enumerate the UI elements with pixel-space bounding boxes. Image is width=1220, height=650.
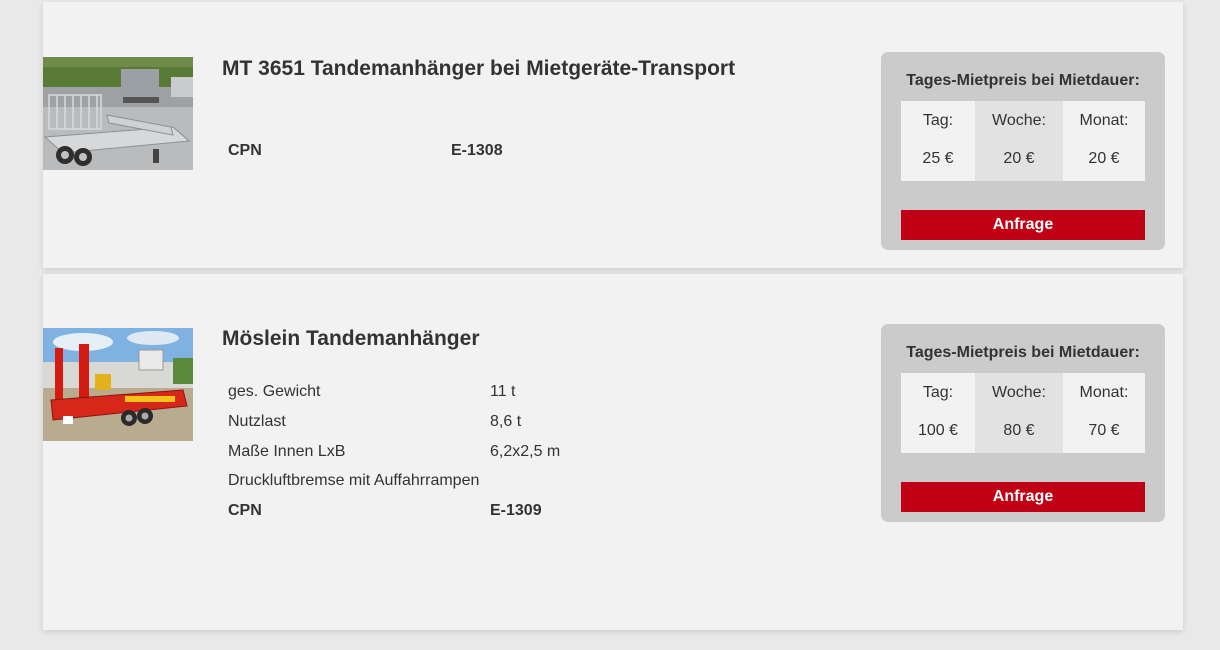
price-table: Tag: 25 € Woche: 20 € Monat: 20 €	[901, 101, 1145, 181]
spec-key: Druckluftbremse mit Auffahrrampen	[228, 472, 480, 490]
spec-key: Maße Innen LxB	[228, 442, 346, 460]
page: MT 3651 Tandemanhänger bei Mietgeräte-Tr…	[0, 0, 1220, 650]
spec-value: 6,2x2,5 m	[490, 442, 561, 460]
price-label: Monat:	[1079, 112, 1129, 129]
trailer-photo-image	[43, 57, 193, 170]
spec-key: CPN	[228, 142, 262, 159]
listing-title[interactable]: MT 3651 Tandemanhänger bei Mietgeräte-Tr…	[222, 57, 735, 81]
price-col-day: Tag: 100 €	[901, 373, 975, 453]
price-col-week: Woche: 80 €	[975, 373, 1063, 453]
spec-value: E-1308	[451, 142, 503, 159]
inquiry-button[interactable]: Anfrage	[901, 210, 1145, 240]
price-value: 100 €	[917, 422, 959, 439]
spec-key: ges. Gewicht	[228, 383, 321, 400]
price-col-month: Monat: 70 €	[1063, 373, 1145, 453]
spec-value: 11 t	[490, 383, 516, 400]
price-label: Woche:	[992, 384, 1046, 401]
listing-card: Möslein Tandemanhänger ges. Gewicht 11 t…	[43, 274, 1183, 630]
spec-key: Nutzlast	[228, 412, 286, 430]
listing-card: MT 3651 Tandemanhänger bei Mietgeräte-Tr…	[43, 2, 1183, 268]
price-label: Tag:	[922, 384, 954, 401]
spec-value: E-1309	[490, 502, 542, 520]
price-value: 20 €	[1088, 150, 1120, 167]
price-value: 20 €	[1003, 150, 1035, 167]
trailer-photo[interactable]	[43, 328, 193, 441]
price-col-day: Tag: 25 €	[901, 101, 975, 181]
price-heading: Tages-Mietpreis bei Mietdauer:	[906, 344, 1140, 361]
trailer-photo[interactable]	[43, 57, 193, 170]
price-value: 80 €	[1003, 422, 1035, 439]
spec-value: 8,6 t	[490, 412, 522, 430]
spec-key: CPN	[228, 502, 262, 520]
price-col-month: Monat: 20 €	[1063, 101, 1145, 181]
price-box: Tages-Mietpreis bei Mietdauer: Tag: 25 €…	[881, 52, 1165, 250]
price-label: Tag:	[922, 112, 954, 129]
price-heading: Tages-Mietpreis bei Mietdauer:	[906, 72, 1140, 89]
price-value: 25 €	[922, 150, 954, 167]
price-table: Tag: 100 € Woche: 80 € Monat: 70 €	[901, 373, 1145, 453]
price-label: Monat:	[1079, 384, 1129, 401]
price-value: 70 €	[1088, 422, 1120, 439]
inquiry-button[interactable]: Anfrage	[901, 482, 1145, 512]
price-box: Tages-Mietpreis bei Mietdauer: Tag: 100 …	[881, 324, 1165, 522]
trailer-photo-image	[43, 328, 193, 441]
price-col-week: Woche: 20 €	[975, 101, 1063, 181]
listing-title[interactable]: Möslein Tandemanhänger	[222, 327, 480, 351]
price-label: Woche:	[992, 112, 1046, 129]
